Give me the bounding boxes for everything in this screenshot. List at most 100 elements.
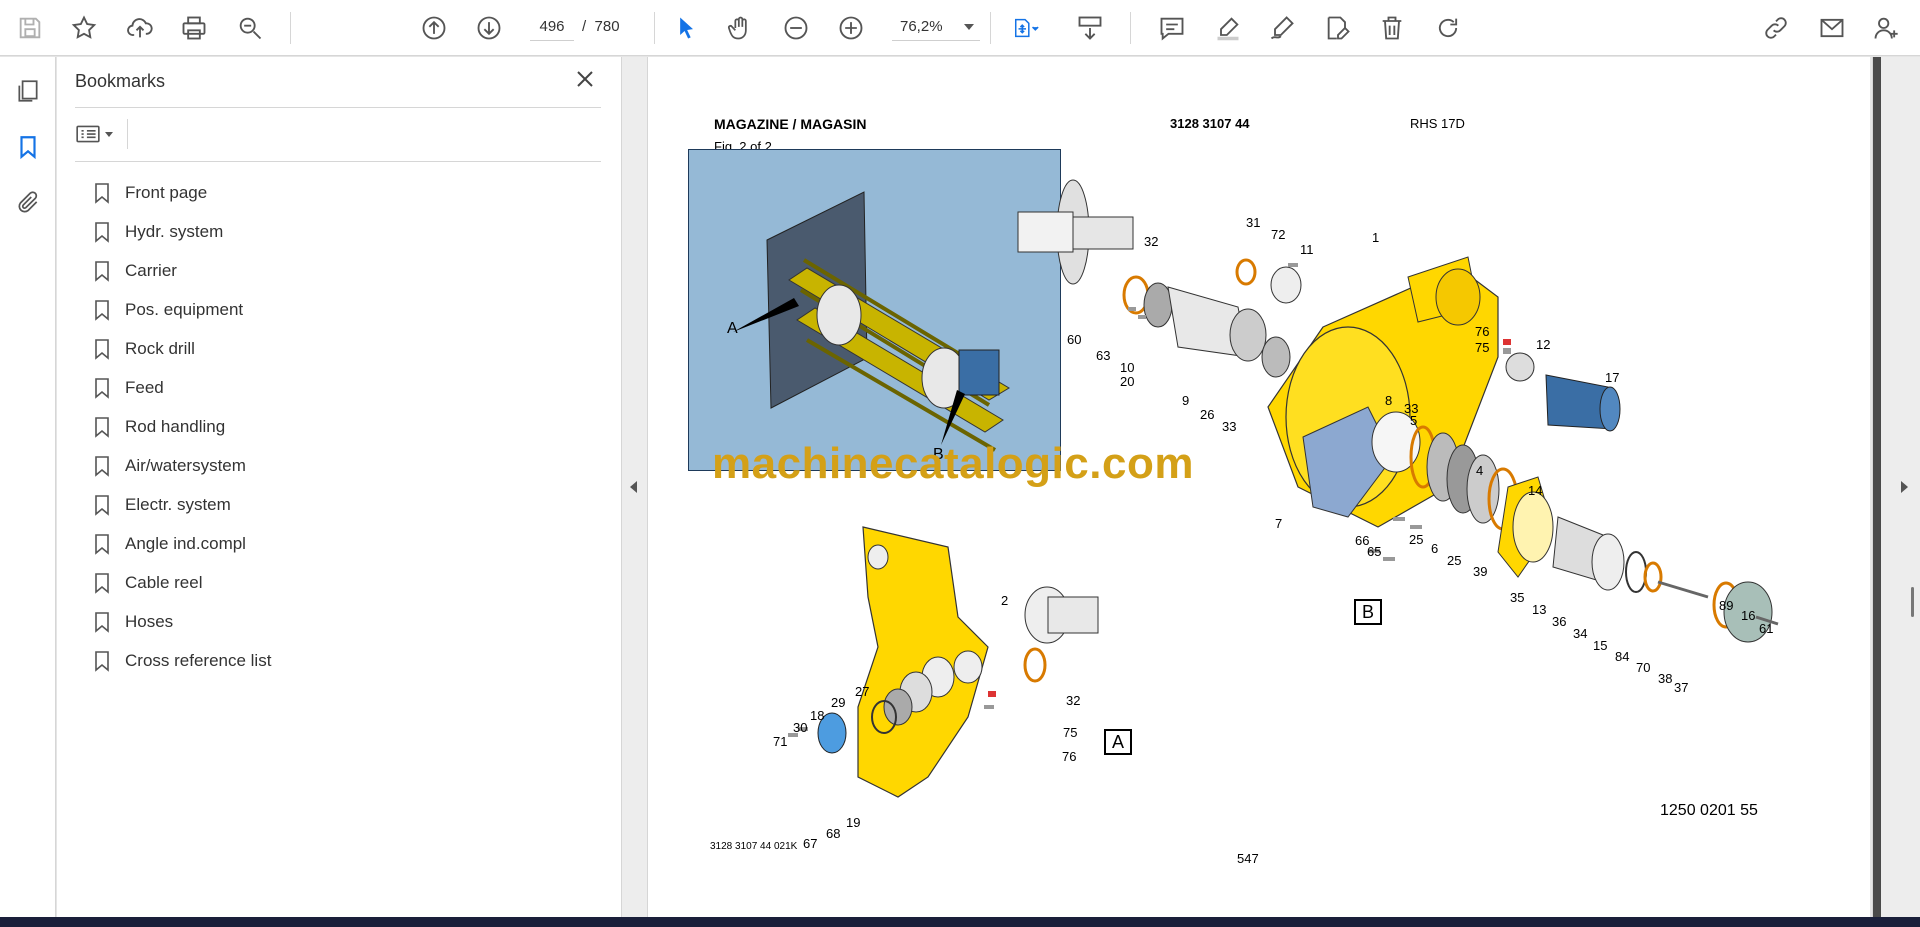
bookmark-item[interactable]: Pos. equipment bbox=[93, 290, 271, 329]
bookmark-item[interactable]: Feed bbox=[93, 368, 271, 407]
panel-resize-handle[interactable] bbox=[1911, 587, 1914, 617]
part-callout: 68 bbox=[826, 826, 841, 841]
part-callout: 60 bbox=[1067, 332, 1082, 347]
bookmark-icon bbox=[95, 572, 109, 594]
part-callout: 30 bbox=[793, 720, 808, 735]
bookmark-icon bbox=[95, 338, 109, 360]
taskbar-edge bbox=[0, 917, 1920, 927]
previous-page-icon[interactable] bbox=[416, 10, 452, 46]
part-callout: 2 bbox=[1001, 593, 1009, 608]
part-callout: 72 bbox=[1271, 227, 1286, 242]
page-thumbnails-icon[interactable] bbox=[12, 75, 44, 107]
zoom-out-icon[interactable] bbox=[778, 10, 814, 46]
account-add-icon[interactable] bbox=[1868, 10, 1904, 46]
bookmark-item[interactable]: Hoses bbox=[93, 602, 271, 641]
select-cursor-icon[interactable] bbox=[668, 10, 704, 46]
edit-document-icon[interactable] bbox=[1320, 10, 1356, 46]
hand-tool-icon[interactable] bbox=[722, 10, 758, 46]
bookmark-icon bbox=[95, 377, 109, 399]
share-link-icon[interactable] bbox=[1758, 10, 1794, 46]
bookmark-icon bbox=[95, 533, 109, 555]
bookmark-item[interactable]: Rock drill bbox=[93, 329, 271, 368]
part-callout: 63 bbox=[1096, 348, 1111, 363]
bookmark-icon bbox=[95, 455, 109, 477]
zoom-value: 76,2% bbox=[900, 18, 943, 35]
part-callout: 67 bbox=[803, 836, 818, 851]
part-callout: 33 bbox=[1222, 419, 1237, 434]
part-callout: 31 bbox=[1246, 215, 1261, 230]
collapse-left-arrow-icon[interactable] bbox=[630, 481, 637, 493]
find-zoom-icon[interactable] bbox=[232, 10, 268, 46]
part-callout: 89 bbox=[1719, 598, 1734, 613]
part-callout: 16 bbox=[1741, 608, 1756, 623]
part-callout: 5 bbox=[1410, 413, 1418, 428]
part-callout: 75 bbox=[1063, 725, 1078, 740]
part-callout: 17 bbox=[1605, 370, 1620, 385]
panel-collapse-handle[interactable] bbox=[621, 57, 648, 917]
bookmark-item[interactable]: Angle ind.compl bbox=[93, 524, 271, 563]
page-separator: / bbox=[582, 18, 587, 35]
next-page-icon[interactable] bbox=[471, 10, 507, 46]
highlight-pen-icon[interactable] bbox=[1210, 10, 1246, 46]
bookmark-icon bbox=[95, 611, 109, 633]
bookmark-options-button[interactable] bbox=[75, 117, 121, 151]
bookmark-item[interactable]: Front page bbox=[93, 173, 271, 212]
bookmark-icon bbox=[95, 416, 109, 438]
scroll-mode-icon[interactable] bbox=[1072, 10, 1108, 46]
fit-page-icon[interactable] bbox=[1004, 10, 1048, 46]
comment-icon[interactable] bbox=[1154, 10, 1190, 46]
part-callout: 36 bbox=[1552, 614, 1567, 629]
bookmark-item[interactable]: Hydr. system bbox=[93, 212, 271, 251]
toolbar-separator bbox=[290, 12, 291, 44]
document-view[interactable]: MAGAZINE / MAGASIN 3128 3107 44 RHS 17D … bbox=[648, 57, 1872, 917]
page-total-label: / 780 bbox=[582, 18, 620, 35]
print-icon[interactable] bbox=[176, 10, 212, 46]
sign-pen-icon[interactable] bbox=[1264, 10, 1300, 46]
redo-rotate-icon[interactable] bbox=[1430, 10, 1466, 46]
bookmark-label: Cable reel bbox=[125, 572, 203, 592]
bookmark-icon bbox=[95, 299, 109, 321]
part-callout: 76 bbox=[1475, 324, 1490, 339]
expand-right-panel-icon[interactable] bbox=[1901, 481, 1908, 493]
part-callout: 39 bbox=[1473, 564, 1488, 579]
part-callout: 84 bbox=[1615, 649, 1630, 664]
part-callout: 18 bbox=[810, 708, 825, 723]
bookmark-label: Angle ind.compl bbox=[125, 533, 246, 553]
star-icon[interactable] bbox=[66, 10, 102, 46]
upload-cloud-icon[interactable] bbox=[122, 10, 158, 46]
part-callout: 71 bbox=[773, 734, 788, 749]
bookmark-item[interactable]: Cross reference list bbox=[93, 641, 271, 680]
vertical-scrollbar[interactable] bbox=[1873, 57, 1881, 917]
part-callout: 35 bbox=[1510, 590, 1525, 605]
bookmark-item[interactable]: Air/watersystem bbox=[93, 446, 271, 485]
bookmarks-icon[interactable] bbox=[12, 131, 44, 163]
save-icon[interactable] bbox=[12, 10, 48, 46]
part-callout: 34 bbox=[1573, 626, 1588, 641]
part-callout: 32 bbox=[1144, 234, 1159, 249]
bookmarks-panel: Bookmarks Front page Hydr. system Carrier P… bbox=[57, 57, 621, 917]
chevron-down-icon[interactable] bbox=[964, 24, 974, 30]
zoom-in-icon[interactable] bbox=[833, 10, 869, 46]
part-callout: 13 bbox=[1532, 602, 1547, 617]
bookmark-icon bbox=[95, 650, 109, 672]
bookmark-label: Rod handling bbox=[125, 416, 226, 436]
part-callout: 75 bbox=[1475, 340, 1490, 355]
bookmark-label: Front page bbox=[125, 182, 208, 202]
part-callout: 26 bbox=[1200, 407, 1215, 422]
part-callout: 38 bbox=[1658, 671, 1673, 686]
attachments-icon[interactable] bbox=[12, 187, 44, 219]
bookmark-item[interactable]: Carrier bbox=[93, 251, 271, 290]
page-number-input[interactable] bbox=[530, 13, 574, 41]
email-icon[interactable] bbox=[1814, 10, 1850, 46]
bookmark-item[interactable]: Electr. system bbox=[93, 485, 271, 524]
bookmark-label: Rock drill bbox=[125, 338, 195, 358]
bookmark-item[interactable]: Rod handling bbox=[93, 407, 271, 446]
close-icon[interactable] bbox=[573, 67, 601, 95]
delete-trash-icon[interactable] bbox=[1374, 10, 1410, 46]
pdf-page: MAGAZINE / MAGASIN 3128 3107 44 RHS 17D … bbox=[648, 57, 1870, 917]
right-panel-strip bbox=[1872, 57, 1920, 917]
bookmark-icon bbox=[95, 182, 109, 204]
main-toolbar: / 780 76,2% bbox=[0, 0, 1920, 56]
bookmark-item[interactable]: Cable reel bbox=[93, 563, 271, 602]
part-callout: 10 bbox=[1120, 360, 1135, 375]
